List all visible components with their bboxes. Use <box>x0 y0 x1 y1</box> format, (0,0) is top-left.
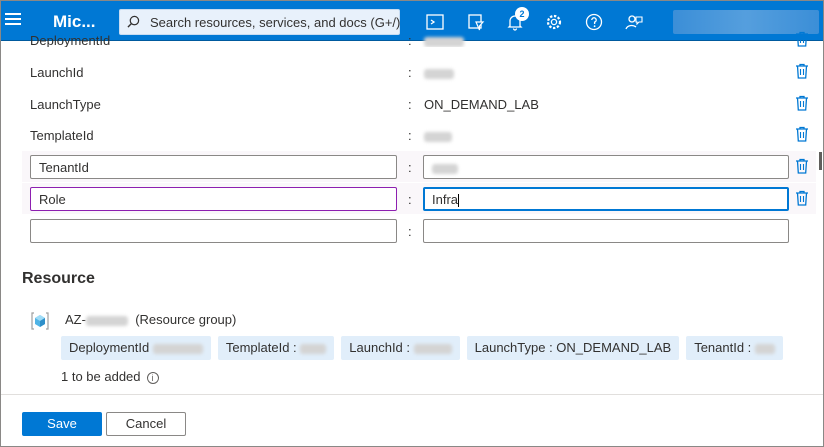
divider <box>0 394 824 395</box>
notification-badge: 2 <box>515 7 529 21</box>
tag-row: TemplateId : <box>22 119 816 150</box>
tag-value-text: Infra <box>432 192 459 207</box>
directory-filter-icon[interactable] <box>466 12 486 32</box>
tag-chip: LaunchId : <box>341 336 460 360</box>
delete-icon[interactable] <box>795 126 809 142</box>
info-icon[interactable]: i <box>146 371 159 384</box>
tag-name-input[interactable]: Role <box>30 187 397 211</box>
tag-name: TemplateId <box>30 128 94 143</box>
portal-brand[interactable]: Mic... <box>53 12 96 32</box>
search-placeholder: Search resources, services, and docs (G+… <box>150 15 401 30</box>
delete-icon[interactable] <box>795 95 809 111</box>
tag-chip: TenantId : <box>686 336 783 360</box>
tag-value-redacted <box>424 33 464 47</box>
tag-row: LaunchType : ON_DEMAND_LAB <box>22 88 816 119</box>
separator: : <box>408 192 412 207</box>
chip-label: DeploymentId <box>69 340 150 355</box>
delete-icon[interactable] <box>795 63 809 79</box>
feedback-icon[interactable] <box>624 12 644 32</box>
resource-name-prefix: AZ- <box>65 312 86 327</box>
tag-chip: LaunchType : ON_DEMAND_LAB <box>466 336 680 360</box>
search-icon <box>127 15 140 28</box>
redacted-text <box>85 315 128 326</box>
tag-value: ON_DEMAND_LAB <box>424 97 539 112</box>
tag-value-redacted <box>424 128 452 143</box>
delete-icon[interactable] <box>795 190 809 206</box>
tag-row: LaunchId : <box>22 56 816 87</box>
separator: : <box>408 33 412 47</box>
settings-gear-icon[interactable] <box>544 12 564 32</box>
tag-name: LaunchId <box>30 65 84 80</box>
new-tag-name-input[interactable] <box>30 219 397 243</box>
help-icon[interactable] <box>584 12 604 32</box>
tag-row-editable: Role : Infra <box>22 183 816 214</box>
pending-changes-text: 1 to be added <box>61 369 141 384</box>
cancel-button[interactable]: Cancel <box>106 412 186 436</box>
chip-label: TenantId : <box>694 340 752 355</box>
resource-type: (Resource group) <box>135 312 237 327</box>
resource-name: AZ- (Resource group) <box>65 312 236 327</box>
tag-chips: DeploymentId TemplateId : LaunchId : Lau… <box>61 336 783 360</box>
separator: : <box>408 224 412 239</box>
tag-value-input[interactable] <box>423 155 789 179</box>
tag-row: DeploymentId : <box>22 31 816 47</box>
tag-chip: TemplateId : <box>217 336 335 360</box>
save-button[interactable]: Save <box>22 412 102 436</box>
tag-row-new: : <box>22 215 816 246</box>
chip-label: TemplateId : <box>225 340 297 355</box>
pending-changes: 1 to be added i <box>61 369 159 384</box>
text-caret <box>458 194 460 208</box>
separator: : <box>408 160 412 175</box>
separator: : <box>408 128 412 143</box>
resource-group-icon <box>31 312 49 330</box>
tag-value-input-focused[interactable]: Infra <box>423 187 789 211</box>
separator: : <box>408 97 412 112</box>
tag-row-editable: TenantId : <box>22 151 816 182</box>
tag-name: LaunchType <box>30 97 101 112</box>
tag-name: DeploymentId <box>30 33 111 47</box>
tag-chip: DeploymentId <box>61 336 211 360</box>
delete-icon[interactable] <box>795 158 809 174</box>
resource-section-title: Resource <box>22 270 95 287</box>
new-tag-value-input[interactable] <box>423 219 789 243</box>
separator: : <box>408 65 412 80</box>
scrollbar-thumb[interactable] <box>819 152 822 170</box>
tag-name-input[interactable]: TenantId <box>30 155 397 179</box>
tag-value-redacted <box>424 65 454 80</box>
menu-icon[interactable] <box>5 13 21 29</box>
chip-label: LaunchId : <box>349 340 411 355</box>
delete-icon[interactable] <box>795 31 809 47</box>
cloud-shell-icon[interactable] <box>425 12 445 32</box>
